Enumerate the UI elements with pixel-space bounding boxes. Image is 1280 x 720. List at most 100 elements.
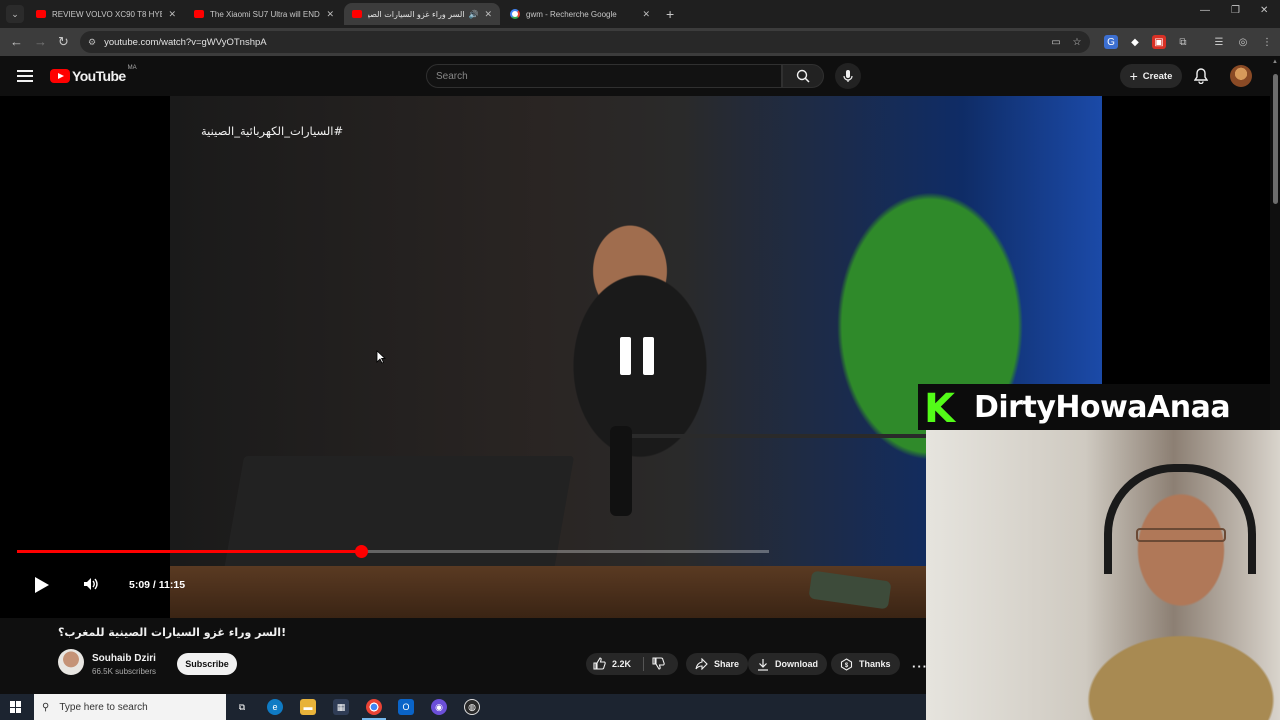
file-explorer-icon[interactable]: ▬ <box>300 699 316 715</box>
youtube-logo[interactable]: YouTube MA <box>50 65 137 84</box>
video-title: !السر وراء غزو السيارات الصينية للمغرب؟ <box>58 626 287 639</box>
browser-tab[interactable]: The Xiaomi SU7 Ultra will END ✕ <box>186 3 342 25</box>
taskbar-search-input[interactable]: ⚲ Type here to search <box>34 694 226 720</box>
microphone-in-video <box>610 426 632 516</box>
like-dislike-group: 2.2K <box>586 653 678 675</box>
youtube-play-logo-icon <box>50 69 70 83</box>
site-info-icon[interactable]: ⚙ <box>88 37 96 48</box>
obs-studio-icon[interactable]: ◍ <box>464 699 480 715</box>
video-hashtag-overlay: #السيارات_الكهربائية_الصينية <box>201 124 344 138</box>
play-button[interactable] <box>34 576 50 599</box>
hamburger-menu-icon[interactable] <box>17 70 33 82</box>
streamer-name-overlay: K DirtyHowaAnaa <box>918 384 1280 430</box>
forward-icon[interactable]: → <box>34 34 47 49</box>
scrollbar-thumb[interactable] <box>1273 74 1278 204</box>
google-favicon-icon <box>510 9 520 19</box>
voice-search-button[interactable] <box>835 63 861 89</box>
edge-browser-icon[interactable]: e <box>267 699 283 715</box>
volume-icon <box>84 578 98 590</box>
kick-logo-icon: K <box>918 385 962 429</box>
like-separator <box>643 657 644 671</box>
reading-list-icon[interactable]: ☰ <box>1212 35 1226 49</box>
microphone-icon <box>843 70 853 82</box>
search-placeholder: Search <box>436 70 468 82</box>
svg-text:$: $ <box>845 663 849 669</box>
close-tab-icon[interactable]: ✕ <box>168 9 176 20</box>
like-count: 2.2K <box>612 658 632 669</box>
extensions-puzzle-icon[interactable]: ⧉ <box>1176 35 1190 49</box>
window-close-icon[interactable]: ✕ <box>1260 5 1268 16</box>
chrome-menu-icon[interactable]: ⋮ <box>1260 35 1274 49</box>
super-thanks-icon: $ <box>840 657 853 671</box>
windows-start-icon[interactable] <box>10 701 22 713</box>
time-display: 5:09 / 11:15 <box>129 579 186 591</box>
like-button[interactable]: 2.2K <box>593 657 631 670</box>
minimize-icon[interactable]: — <box>1200 5 1210 16</box>
new-tab-icon[interactable]: + <box>666 6 674 22</box>
glasses-in-webcam <box>1136 528 1226 542</box>
subscriber-count: 66.5K subscribers <box>92 667 157 676</box>
share-button[interactable]: Share <box>686 653 749 675</box>
close-tab-icon[interactable]: ✕ <box>642 9 650 20</box>
microsoft-store-icon[interactable]: ▦ <box>333 699 349 715</box>
browser-tab[interactable]: gwm - Recherche Google ✕ <box>502 3 658 25</box>
translate-extension-icon[interactable]: G <box>1104 35 1118 49</box>
profile-icon[interactable]: ◎ <box>1236 35 1250 49</box>
dislike-button[interactable] <box>652 657 665 675</box>
search-input[interactable]: Search <box>426 64 782 88</box>
address-bar[interactable]: ⚙ youtube.com/watch?v=gWVyOTnshpA <box>80 31 1090 53</box>
plus-icon: + <box>1129 68 1138 84</box>
browser-tab-strip: ⌄ REVIEW VOLVO XC90 T8 HYBRI ✕ The Xiaom… <box>0 0 1280 28</box>
subscribe-button[interactable]: Subscribe <box>177 653 237 675</box>
youtube-favicon-icon <box>352 10 362 18</box>
outlook-icon[interactable]: O <box>398 699 414 715</box>
channel-avatar[interactable] <box>58 649 84 675</box>
download-button[interactable]: Download <box>748 653 827 675</box>
volume-button[interactable] <box>83 577 99 596</box>
cast-icon[interactable]: ▭ <box>1049 35 1063 49</box>
mouse-cursor-icon <box>376 350 386 364</box>
thumbs-up-icon <box>593 657 606 670</box>
scroll-up-icon[interactable]: ▲ <box>1272 59 1278 65</box>
search-icon <box>796 69 810 83</box>
close-tab-icon[interactable]: ✕ <box>326 9 334 20</box>
share-icon <box>695 658 708 670</box>
messenger-app-icon[interactable]: ◉ <box>431 699 447 715</box>
streamer-webcam <box>926 430 1280 720</box>
create-button[interactable]: + Create <box>1120 64 1182 88</box>
chrome-browser-icon[interactable] <box>362 699 386 720</box>
streamer-name: DirtyHowaAnaa <box>974 389 1231 425</box>
close-tab-icon[interactable]: ✕ <box>484 9 492 20</box>
video-details: !السر وراء غزو السيارات الصينية للمغرب؟ … <box>0 618 927 688</box>
browser-tab-active[interactable]: السر وراء غزو السيارات الصينية 🔊 ✕ <box>344 3 500 25</box>
audio-playing-icon[interactable]: 🔊 <box>468 10 478 19</box>
pdf-extension-icon[interactable]: ▣ <box>1152 35 1166 49</box>
reload-icon[interactable]: ↻ <box>58 34 69 50</box>
browser-toolbar: ← → ↻ ⚙ youtube.com/watch?v=gWVyOTnshpA … <box>0 28 1280 56</box>
thanks-button[interactable]: $ Thanks <box>831 653 900 675</box>
youtube-favicon-icon <box>194 10 204 18</box>
back-icon[interactable]: ← <box>10 34 23 49</box>
taskbar-search-icon: ⚲ <box>42 701 50 713</box>
download-icon <box>758 658 768 671</box>
progress-bar[interactable] <box>17 545 769 558</box>
progress-played <box>17 550 362 553</box>
youtube-masthead: YouTube MA Search + Create <box>0 56 1280 96</box>
restore-icon[interactable]: ❐ <box>1231 5 1240 16</box>
extension-icon[interactable]: ◆ <box>1128 35 1142 49</box>
youtube-favicon-icon <box>36 10 46 18</box>
pause-indicator-icon <box>620 337 654 375</box>
play-icon <box>35 577 49 593</box>
channel-name[interactable]: Souhaib Dziri <box>92 653 156 664</box>
account-avatar[interactable] <box>1230 65 1252 87</box>
notifications-bell-icon[interactable] <box>1193 68 1209 89</box>
thumbs-down-icon <box>652 657 665 670</box>
task-view-icon[interactable]: ⧉ <box>234 699 250 715</box>
search-button[interactable] <box>782 64 824 88</box>
headset-in-webcam <box>1104 464 1256 574</box>
browser-tab[interactable]: REVIEW VOLVO XC90 T8 HYBRI ✕ <box>28 3 184 25</box>
tab-search-icon[interactable]: ⌄ <box>6 5 24 23</box>
screen: ⌄ REVIEW VOLVO XC90 T8 HYBRI ✕ The Xiaom… <box>0 0 1280 720</box>
bookmark-star-icon[interactable]: ☆ <box>1070 35 1084 49</box>
url-text: youtube.com/watch?v=gWVyOTnshpA <box>104 36 267 48</box>
